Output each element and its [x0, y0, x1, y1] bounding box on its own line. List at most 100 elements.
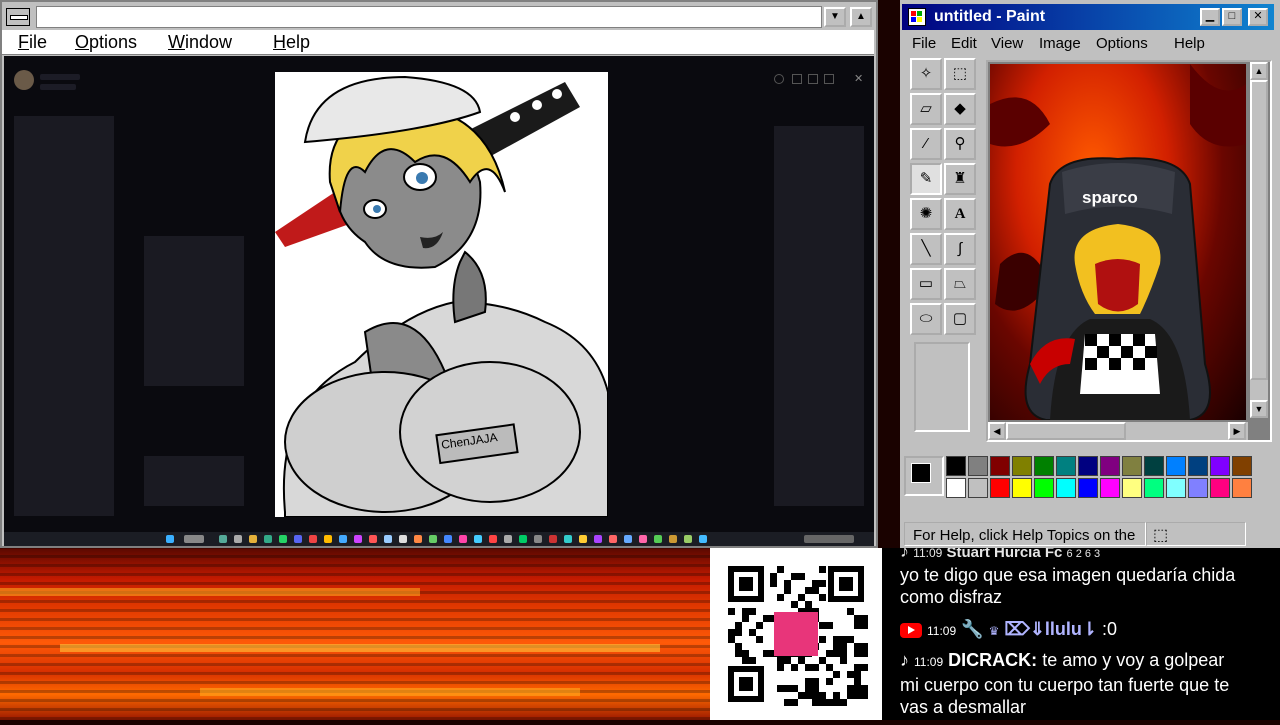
menu-window[interactable]: Window [168, 32, 232, 53]
paint-app-icon[interactable] [908, 8, 926, 26]
line-icon[interactable]: ╲ [910, 233, 942, 265]
palette-swatch[interactable] [1210, 456, 1230, 476]
palette-swatch[interactable] [1100, 478, 1120, 498]
color-picker-icon[interactable]: ⁄ [910, 128, 942, 160]
maximize-button[interactable]: ▲ [850, 7, 872, 27]
app-icon[interactable] [369, 535, 377, 543]
vertical-scroll-thumb[interactable] [1250, 80, 1268, 380]
magnifier-icon[interactable]: ⚲ [944, 128, 976, 160]
app-icon[interactable] [624, 535, 632, 543]
polygon-icon[interactable]: ⏢ [944, 268, 976, 300]
app-icon[interactable] [474, 535, 482, 543]
paint-menu-options[interactable]: Options [1096, 35, 1148, 52]
palette-swatch[interactable] [1144, 478, 1164, 498]
app-icon[interactable] [549, 535, 557, 543]
rect-select-icon[interactable]: ⬚ [944, 58, 976, 90]
rotate-icon[interactable] [792, 74, 802, 84]
start-icon[interactable] [166, 535, 174, 543]
discord-icon[interactable] [294, 535, 302, 543]
app-icon[interactable] [564, 535, 572, 543]
palette-swatch[interactable] [1122, 478, 1142, 498]
app-icon[interactable] [384, 535, 392, 543]
system-tray[interactable] [804, 535, 854, 543]
menu-help[interactable]: Help [273, 32, 310, 53]
paint-minimize-button[interactable]: ▁ [1200, 8, 1220, 26]
app-icon[interactable] [654, 535, 662, 543]
app-icon[interactable] [234, 535, 242, 543]
palette-swatch[interactable] [990, 456, 1010, 476]
scroll-down-icon[interactable]: ▼ [1250, 400, 1268, 418]
app-icon[interactable] [339, 535, 347, 543]
app-icon[interactable] [354, 535, 362, 543]
zoom-icon[interactable] [774, 74, 784, 84]
paint-menu-help[interactable]: Help [1174, 35, 1205, 52]
search-icon[interactable] [184, 535, 204, 543]
scroll-right-icon[interactable]: ▶ [1228, 422, 1246, 440]
palette-swatch[interactable] [946, 478, 966, 498]
palette-swatch[interactable] [1078, 456, 1098, 476]
paint-menu-image[interactable]: Image [1039, 35, 1081, 52]
paint-menu-view[interactable]: View [991, 35, 1023, 52]
palette-swatch[interactable] [1056, 456, 1076, 476]
app-icon[interactable] [684, 535, 692, 543]
palette-swatch[interactable] [1100, 456, 1120, 476]
palette-swatch[interactable] [968, 478, 988, 498]
paint-close-button[interactable]: ✕ [1248, 8, 1268, 26]
scroll-up-icon[interactable]: ▲ [1250, 62, 1268, 80]
paint-menu-edit[interactable]: Edit [951, 35, 977, 52]
text-tool-icon[interactable]: A [944, 198, 976, 230]
app-icon[interactable] [219, 535, 227, 543]
app-icon[interactable] [639, 535, 647, 543]
horizontal-scrollbar[interactable]: ◀ ▶ [988, 422, 1248, 440]
app-icon[interactable] [489, 535, 497, 543]
fill-bucket-icon[interactable]: ◆ [944, 93, 976, 125]
palette-swatch[interactable] [1122, 456, 1142, 476]
pencil-icon[interactable]: ✎ [910, 163, 942, 195]
system-menu-icon[interactable] [6, 8, 30, 26]
app-icon[interactable] [579, 535, 587, 543]
app-icon[interactable] [534, 535, 542, 543]
airbrush-icon[interactable]: ✺ [910, 198, 942, 230]
rectangle-icon[interactable]: ▭ [910, 268, 942, 300]
app-icon[interactable] [444, 535, 452, 543]
palette-swatch[interactable] [968, 456, 988, 476]
horizontal-scroll-thumb[interactable] [1006, 422, 1126, 440]
tool-options-box[interactable] [914, 342, 970, 432]
whatsapp-icon[interactable] [279, 535, 287, 543]
minimize-button[interactable]: ▼ [824, 7, 846, 27]
palette-swatch[interactable] [1210, 478, 1230, 498]
app-icon[interactable] [459, 535, 467, 543]
palette-swatch[interactable] [1188, 456, 1208, 476]
expand-icon[interactable] [824, 74, 834, 84]
rounded-rect-icon[interactable]: ▢ [944, 303, 976, 335]
palette-swatch[interactable] [946, 456, 966, 476]
app-icon[interactable] [669, 535, 677, 543]
curve-icon[interactable]: ∫ [944, 233, 976, 265]
paint-image[interactable]: sparco [990, 64, 1246, 420]
scroll-left-icon[interactable]: ◀ [988, 422, 1006, 440]
palette-swatch[interactable] [1012, 478, 1032, 498]
palette-swatch[interactable] [1012, 456, 1032, 476]
app-icon[interactable] [399, 535, 407, 543]
menu-file[interactable]: File [18, 32, 47, 53]
app-icon[interactable] [264, 535, 272, 543]
app-icon[interactable] [519, 535, 527, 543]
app-icon[interactable] [594, 535, 602, 543]
palette-swatch[interactable] [1144, 456, 1164, 476]
palette-swatch[interactable] [990, 478, 1010, 498]
palette-swatch[interactable] [1188, 478, 1208, 498]
paint-maximize-button[interactable]: □ [1222, 8, 1242, 26]
app-icon[interactable] [504, 535, 512, 543]
current-colors[interactable] [904, 456, 944, 496]
foreground-color[interactable] [911, 463, 931, 483]
vertical-scrollbar[interactable]: ▲ ▼ [1250, 62, 1268, 418]
palette-swatch[interactable] [1056, 478, 1076, 498]
close-icon[interactable]: ✕ [854, 72, 863, 85]
palette-swatch[interactable] [1034, 456, 1054, 476]
app-icon[interactable] [324, 535, 332, 543]
ellipse-icon[interactable]: ⬭ [910, 303, 942, 335]
folder-icon[interactable] [249, 535, 257, 543]
download-icon[interactable] [808, 74, 818, 84]
palette-swatch[interactable] [1078, 478, 1098, 498]
app-icon[interactable] [309, 535, 317, 543]
